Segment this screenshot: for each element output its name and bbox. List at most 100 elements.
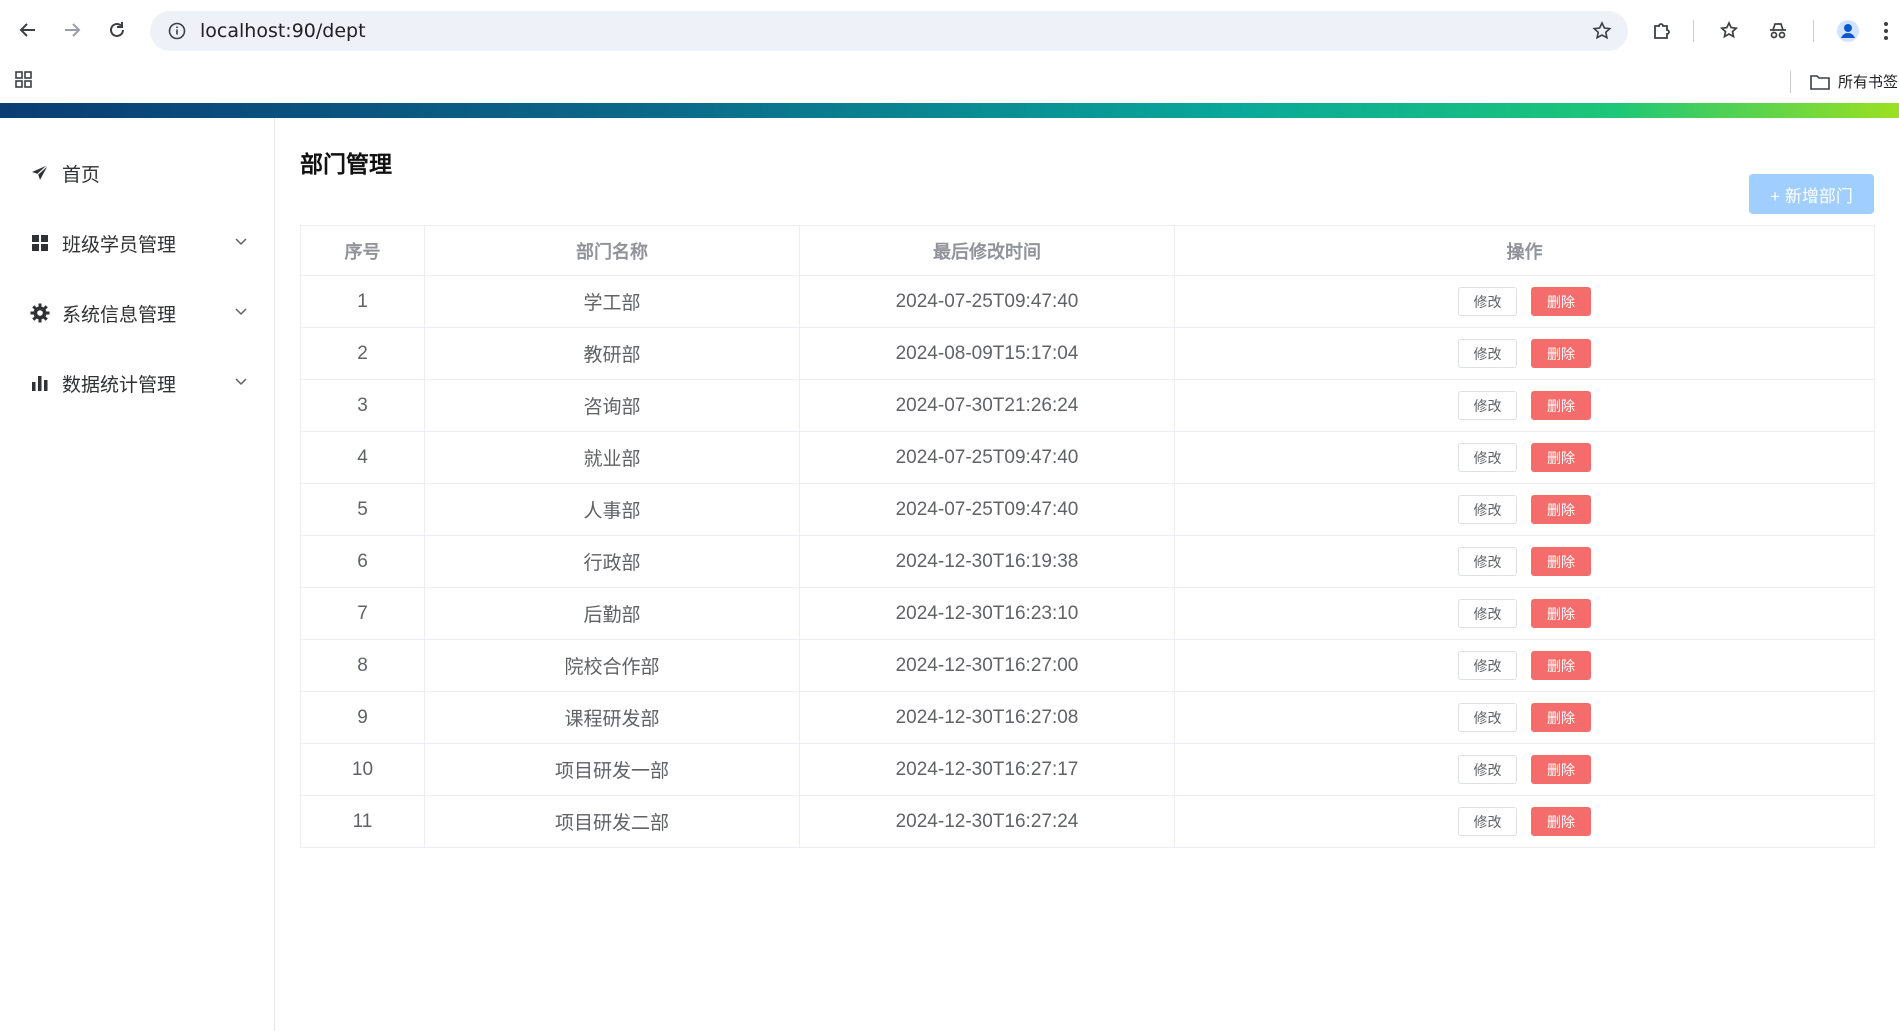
star-list-icon: [1719, 21, 1739, 39]
sidebar-item-class-students[interactable]: 班级学员管理: [0, 208, 274, 278]
forward-button[interactable]: [56, 14, 88, 46]
cell-actions: 修改 删除: [1174, 431, 1875, 484]
cell-updated-time: 2024-12-30T16:19:38: [799, 535, 1175, 588]
cell-department-name: 项目研发一部: [424, 743, 800, 796]
cell-department-name: 后勤部: [424, 587, 800, 640]
delete-button[interactable]: 删除: [1531, 755, 1591, 784]
sidebar-item-data-stats[interactable]: 数据统计管理: [0, 348, 274, 418]
all-bookmarks-label: 所有书签: [1838, 74, 1899, 91]
cell-index: 2: [300, 327, 425, 380]
column-header-updated-time: 最后修改时间: [799, 225, 1175, 276]
apps-button[interactable]: [14, 70, 34, 95]
table-header-row: 序号 部门名称 最后修改时间 操作: [300, 225, 1875, 276]
table-row: 7 后勤部 2024-12-30T16:23:10 修改 删除: [300, 587, 1875, 640]
cell-actions: 修改 删除: [1174, 743, 1875, 796]
page-title: 部门管理: [300, 151, 392, 177]
cell-department-name: 教研部: [424, 327, 800, 380]
arrow-right-icon: [65, 23, 81, 37]
cell-actions: 修改 删除: [1174, 795, 1875, 848]
cell-actions: 修改 删除: [1174, 691, 1875, 744]
cell-updated-time: 2024-12-30T16:27:17: [799, 743, 1175, 796]
grid-icon: [30, 233, 50, 253]
incognito-icon: [1770, 23, 1786, 39]
cell-updated-time: 2024-12-30T16:27:24: [799, 795, 1175, 848]
add-department-button[interactable]: + 新增部门: [1749, 174, 1874, 214]
bar-chart-icon: [30, 373, 50, 393]
toolbar-separator: [1693, 20, 1694, 42]
menu-button[interactable]: [1876, 16, 1896, 46]
all-bookmarks-button[interactable]: 所有书签: [1810, 71, 1898, 92]
cell-index: 11: [300, 795, 425, 848]
chevron-down-icon: [235, 378, 247, 386]
action-buttons: 修改 删除: [1175, 443, 1874, 472]
edit-button[interactable]: 修改: [1458, 391, 1517, 420]
cell-updated-time: 2024-08-09T15:17:04: [799, 327, 1175, 380]
cell-department-name: 人事部: [424, 483, 800, 536]
sidebar-item-label: 首页: [62, 164, 101, 186]
sidebar-item-system-info[interactable]: 系统信息管理: [0, 278, 274, 348]
bookmarks-button[interactable]: [1715, 16, 1745, 46]
action-buttons: 修改 删除: [1175, 807, 1874, 836]
cell-actions: 修改 删除: [1174, 327, 1875, 380]
puzzle-icon: [1654, 23, 1670, 39]
cell-department-name: 咨询部: [424, 379, 800, 432]
edit-button[interactable]: 修改: [1458, 287, 1517, 316]
delete-button[interactable]: 删除: [1531, 651, 1591, 680]
address-bar[interactable]: localhost:90/dept: [150, 11, 1628, 51]
delete-button[interactable]: 删除: [1531, 703, 1591, 732]
back-button[interactable]: [12, 14, 44, 46]
column-header-actions: 操作: [1174, 225, 1875, 276]
sidebar: 首页 班级学员管理 系统信息管理 数据统计管理: [0, 118, 275, 1031]
edit-button[interactable]: 修改: [1458, 703, 1517, 732]
column-header-name: 部门名称: [424, 225, 800, 276]
edit-button[interactable]: 修改: [1458, 495, 1517, 524]
cell-actions: 修改 删除: [1174, 639, 1875, 692]
delete-button[interactable]: 删除: [1531, 495, 1591, 524]
cell-updated-time: 2024-07-25T09:47:40: [799, 275, 1175, 328]
cell-index: 9: [300, 691, 425, 744]
extensions-button[interactable]: [1647, 16, 1677, 46]
cell-index: 5: [300, 483, 425, 536]
delete-button[interactable]: 删除: [1531, 339, 1591, 368]
incognito-button[interactable]: [1763, 16, 1793, 46]
edit-button[interactable]: 修改: [1458, 599, 1517, 628]
edit-button[interactable]: 修改: [1458, 339, 1517, 368]
apps-grid-icon: [15, 71, 32, 88]
chevron-down-icon: [235, 308, 247, 316]
table-row: 9 课程研发部 2024-12-30T16:27:08 修改 删除: [300, 691, 1875, 744]
paper-plane-icon: [30, 163, 50, 183]
table-row: 11 项目研发二部 2024-12-30T16:27:24 修改 删除: [300, 795, 1875, 848]
edit-button[interactable]: 修改: [1458, 443, 1517, 472]
sidebar-item-home[interactable]: 首页: [0, 138, 274, 208]
edit-button[interactable]: 修改: [1458, 547, 1517, 576]
delete-button[interactable]: 删除: [1531, 807, 1591, 836]
action-buttons: 修改 删除: [1175, 547, 1874, 576]
reload-button[interactable]: [101, 14, 133, 46]
bookmark-bar: 所有书签: [0, 63, 1899, 103]
cell-actions: 修改 删除: [1174, 535, 1875, 588]
edit-button[interactable]: 修改: [1458, 807, 1517, 836]
profile-button[interactable]: [1833, 16, 1863, 46]
main-content: 部门管理 + 新增部门 序号 部门名称 最后修改时间 操作 1 学工部 2024-0…: [275, 118, 1899, 1031]
action-buttons: 修改 删除: [1175, 651, 1874, 680]
edit-button[interactable]: 修改: [1458, 755, 1517, 784]
delete-button[interactable]: 删除: [1531, 547, 1591, 576]
table-body: 1 学工部 2024-07-25T09:47:40 修改 删除 2 教研部 2024-08-0…: [300, 275, 1875, 848]
cell-index: 8: [300, 639, 425, 692]
sidebar-item-label: 班级学员管理: [62, 234, 177, 256]
star-icon: [1592, 21, 1612, 40]
delete-button[interactable]: 删除: [1531, 599, 1591, 628]
browser-toolbar: localhost:90/dept: [0, 0, 1899, 63]
action-buttons: 修改 删除: [1175, 391, 1874, 420]
delete-button[interactable]: 删除: [1531, 287, 1591, 316]
cell-updated-time: 2024-07-30T21:26:24: [799, 379, 1175, 432]
table-row: 6 行政部 2024-12-30T16:19:38 修改 删除: [300, 535, 1875, 588]
edit-button[interactable]: 修改: [1458, 651, 1517, 680]
delete-button[interactable]: 删除: [1531, 391, 1591, 420]
delete-button[interactable]: 删除: [1531, 443, 1591, 472]
bookmark-star-button[interactable]: [1590, 19, 1614, 43]
action-buttons: 修改 删除: [1175, 599, 1874, 628]
cell-updated-time: 2024-07-25T09:47:40: [799, 431, 1175, 484]
table-row: 5 人事部 2024-07-25T09:47:40 修改 删除: [300, 483, 1875, 536]
cell-department-name: 项目研发二部: [424, 795, 800, 848]
